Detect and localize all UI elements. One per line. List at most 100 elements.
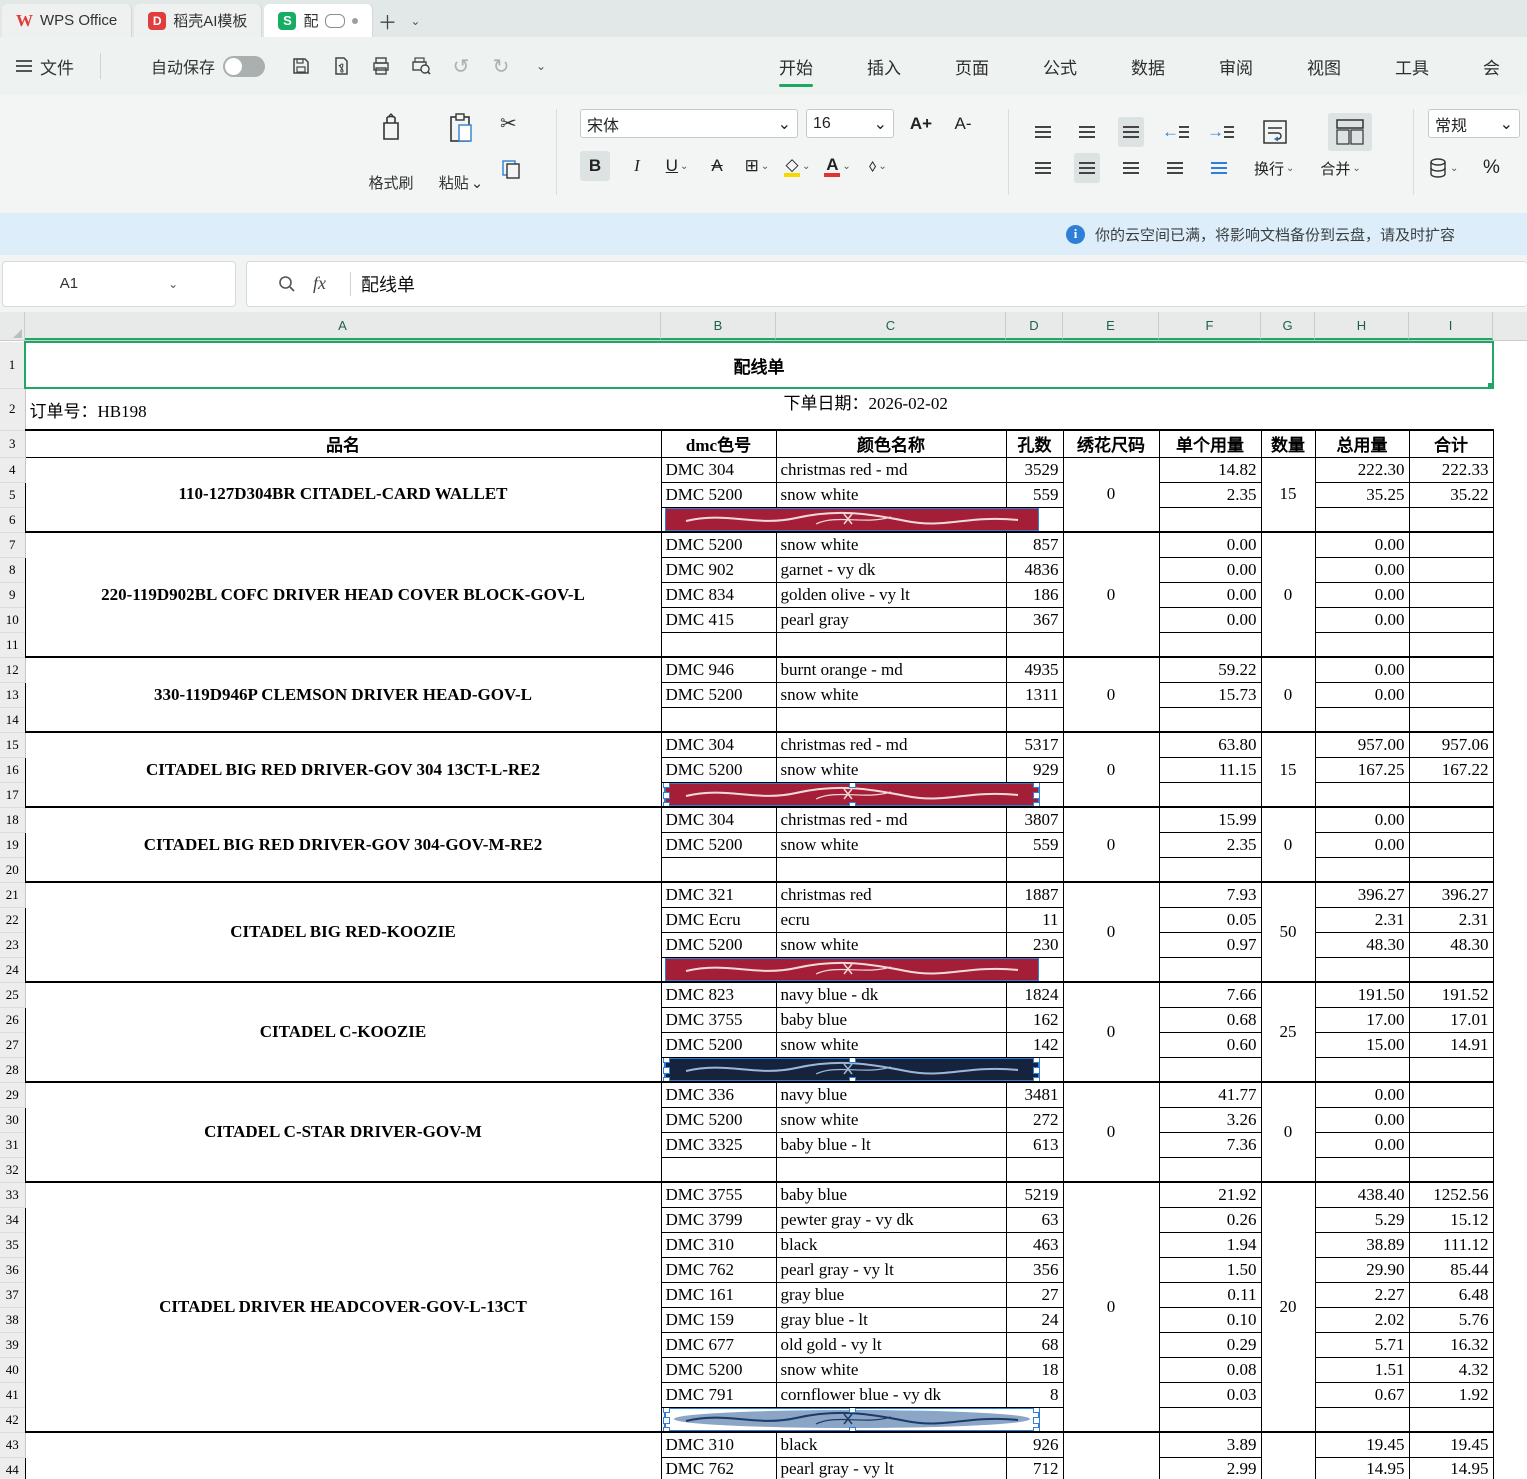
copy-icon[interactable]	[500, 158, 522, 185]
export-pdf-icon[interactable]	[329, 54, 353, 78]
cell-total-usage[interactable]: 0.00	[1315, 657, 1409, 682]
cell-dmc[interactable]: DMC 677	[661, 1332, 776, 1357]
cell-holes[interactable]: 5317	[1006, 732, 1063, 757]
cell-total-usage[interactable]: 5.29	[1315, 1207, 1409, 1232]
cell-sum[interactable]	[1409, 532, 1493, 557]
cell-holes[interactable]: 11	[1006, 907, 1063, 932]
font-size-select[interactable]: 16⌄	[806, 109, 894, 138]
insert-function-icon[interactable]: fx	[313, 273, 326, 294]
cell-total-usage[interactable]	[1315, 632, 1409, 657]
cell-sum[interactable]	[1409, 707, 1493, 732]
cell-unit-usage[interactable]: 14.82	[1159, 457, 1261, 482]
row-header-36[interactable]: 36	[0, 1257, 25, 1282]
cell-sum[interactable]	[1409, 807, 1493, 832]
row-header-37[interactable]: 37	[0, 1282, 25, 1307]
cell-holes[interactable]: 186	[1006, 582, 1063, 607]
cell-sum[interactable]	[1409, 607, 1493, 632]
paste-button[interactable]: 粘贴⌄	[432, 107, 490, 199]
formula-input-zone[interactable]: fx 配线单	[246, 261, 1527, 307]
cell-sum[interactable]: 1.92	[1409, 1382, 1493, 1407]
cell-sum[interactable]	[1409, 1157, 1493, 1182]
cell-unit-usage[interactable]: 2.35	[1159, 482, 1261, 507]
cell-total-usage[interactable]: 396.27	[1315, 882, 1409, 907]
cell-dmc[interactable]: DMC 161	[661, 1282, 776, 1307]
cell-unit-usage[interactable]	[1159, 1407, 1261, 1432]
cell-unit-usage[interactable]: 0.00	[1159, 557, 1261, 582]
cell-unit-usage[interactable]	[1159, 1057, 1261, 1082]
cell-dmc[interactable]: DMC 310	[661, 1432, 776, 1457]
selection-handle[interactable]	[849, 782, 856, 788]
cell-unit-usage[interactable]: 2.99	[1159, 1457, 1261, 1479]
cell-holes[interactable]: 857	[1006, 532, 1063, 557]
qat-more-chevron[interactable]: ⌄	[529, 54, 553, 78]
row-header-42[interactable]: 42	[0, 1407, 25, 1432]
cell-sum[interactable]	[1409, 957, 1493, 982]
cell-sum[interactable]: 957.06	[1409, 732, 1493, 757]
selection-handle[interactable]	[663, 1067, 670, 1074]
cell-holes[interactable]: 68	[1006, 1332, 1063, 1357]
ribbon-tab-页面[interactable]: 页面	[928, 37, 1016, 95]
tab-list-chevron[interactable]: ⌄	[401, 7, 429, 35]
cell-color[interactable]: baby blue	[776, 1182, 1006, 1207]
cell-holes[interactable]: 142	[1006, 1032, 1063, 1057]
cell-sum[interactable]: 167.22	[1409, 757, 1493, 782]
cell-total-usage[interactable]: 19.45	[1315, 1432, 1409, 1457]
row-header-27[interactable]: 27	[0, 1032, 25, 1057]
product-name-cell[interactable]: CITADEL BIG RED DRIVER-GOV 304-GOV-M-RE2	[25, 807, 661, 882]
cell-unit-usage[interactable]: 41.77	[1159, 1082, 1261, 1107]
row-header-13[interactable]: 13	[0, 682, 25, 707]
cell-dmc[interactable]: DMC 3799	[661, 1207, 776, 1232]
row-header-20[interactable]: 20	[0, 857, 25, 882]
cell-unit-usage[interactable]: 0.68	[1159, 1007, 1261, 1032]
cell-holes[interactable]: 559	[1006, 832, 1063, 857]
tab-current-workbook[interactable]: S 配	[264, 4, 373, 37]
cell-color[interactable]: garnet - vy dk	[776, 557, 1006, 582]
row-header-4[interactable]: 4	[0, 457, 25, 482]
cell-dmc[interactable]: DMC 762	[661, 1457, 776, 1479]
row-header-8[interactable]: 8	[0, 557, 25, 582]
cell-holes[interactable]	[1006, 632, 1063, 657]
cell-sum[interactable]: 35.22	[1409, 482, 1493, 507]
cell-sum[interactable]	[1409, 1132, 1493, 1157]
embroidery-image-red[interactable]	[666, 509, 1038, 530]
autosave-toggle[interactable]	[223, 56, 265, 77]
cell-dmc[interactable]: DMC 5200	[661, 532, 776, 557]
table-header-dmc色号[interactable]: dmc色号	[661, 430, 776, 457]
cell-dmc[interactable]: DMC 823	[661, 982, 776, 1007]
cell-total-usage[interactable]	[1315, 782, 1409, 807]
cell-unit-usage[interactable]: 0.00	[1159, 532, 1261, 557]
cell-sum[interactable]: 2.31	[1409, 907, 1493, 932]
cell-total-usage[interactable]: 167.25	[1315, 757, 1409, 782]
row-header-28[interactable]: 28	[0, 1057, 25, 1082]
cell-color[interactable]: snow white	[776, 1107, 1006, 1132]
cell-dmc[interactable]: DMC 3755	[661, 1182, 776, 1207]
cell-embroidery-size[interactable]: 0	[1063, 457, 1159, 532]
cell-total-usage[interactable]: 1.51	[1315, 1357, 1409, 1382]
cell-quantity[interactable]	[1261, 1432, 1315, 1479]
selection-handle[interactable]	[1033, 1067, 1040, 1074]
cell-quantity[interactable]: 0	[1261, 657, 1315, 732]
cell-sum[interactable]	[1409, 1407, 1493, 1432]
row-header-21[interactable]: 21	[0, 882, 25, 907]
cell-embroidery-size[interactable]: 0	[1063, 807, 1159, 882]
table-header-单个用量[interactable]: 单个用量	[1159, 430, 1261, 457]
cell-total-usage[interactable]: 5.71	[1315, 1332, 1409, 1357]
cell-unit-usage[interactable]	[1159, 782, 1261, 807]
cell-dmc[interactable]: DMC 415	[661, 607, 776, 632]
cell-total-usage[interactable]	[1315, 1057, 1409, 1082]
row-header-30[interactable]: 30	[0, 1107, 25, 1132]
cell-quantity[interactable]: 20	[1261, 1182, 1315, 1432]
cell-color[interactable]: golden olive - vy lt	[776, 582, 1006, 607]
cell-dmc[interactable]: DMC 3325	[661, 1132, 776, 1157]
undo-icon[interactable]: ↺	[449, 54, 473, 78]
cell-color[interactable]: christmas red - md	[776, 807, 1006, 832]
cell-dmc[interactable]: DMC 5200	[661, 757, 776, 782]
cell-total-usage[interactable]: 438.40	[1315, 1182, 1409, 1207]
cell-unit-usage[interactable]: 21.92	[1159, 1182, 1261, 1207]
cell-total-usage[interactable]: 0.00	[1315, 832, 1409, 857]
cell-unit-usage[interactable]: 59.22	[1159, 657, 1261, 682]
cell-color[interactable]: cornflower blue - vy dk	[776, 1382, 1006, 1407]
cell-embroidery-size[interactable]: 0	[1063, 732, 1159, 807]
cell-sum[interactable]	[1409, 632, 1493, 657]
cell-total-usage[interactable]	[1315, 507, 1409, 532]
